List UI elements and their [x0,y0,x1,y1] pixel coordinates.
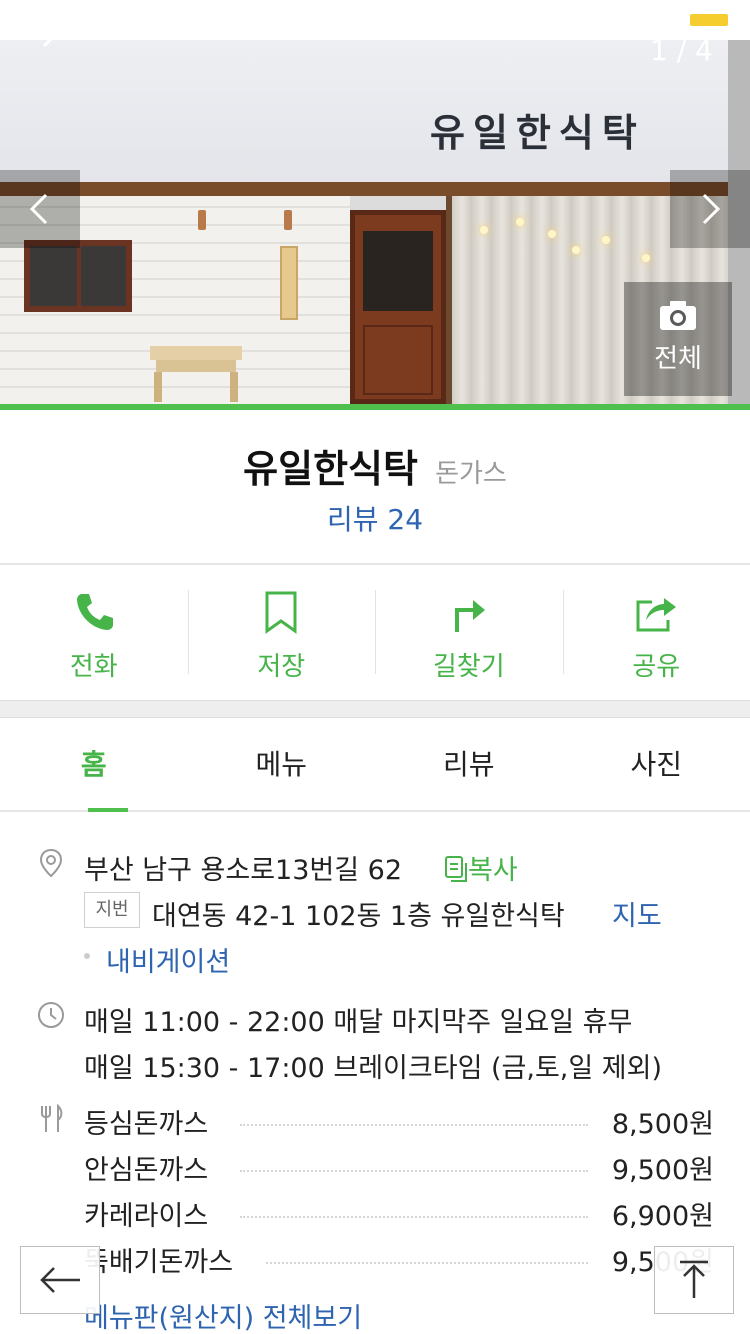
menu-item-price: 6,900원 [611,1201,714,1232]
back-chevron-icon[interactable] [38,40,62,56]
phone-icon [76,594,113,630]
location-pin-icon [39,848,63,878]
active-tab-indicator [88,808,128,812]
menu-item: 카레라이스 6,900원 [84,1194,714,1234]
photo-counter: 1 / 4 [650,40,713,67]
action-separator [375,590,376,674]
place-name: 유일한식탁 [243,447,418,491]
wall-lamp [284,210,292,230]
view-full-menu-link[interactable]: 메뉴판(원산지) 전체보기 [84,1296,362,1334]
fork-knife-icon [41,1104,63,1132]
menu-item: 안심돈까스 9,500원 [84,1148,714,1188]
section-gap [0,700,750,718]
navigation-link[interactable]: 내비게이션 [106,940,230,979]
dotted-leader [240,1124,588,1126]
all-photos-label: 전체 [654,344,702,374]
arrow-up-icon [680,1260,708,1298]
menu-item-name: 등심돈까스 [84,1109,209,1140]
copy-address-button[interactable]: 복사 [444,848,518,887]
map-link[interactable]: 지도 [612,894,662,933]
dotted-leader [240,1170,588,1172]
place-category: 돈가스 [435,459,507,489]
road-address: 부산 남구 용소로13번길 62 [84,855,403,886]
battery-icon [690,14,728,26]
wall-lamp [198,210,206,230]
chevron-right-icon [702,193,721,225]
share-icon [636,598,677,632]
hours-line: 매일 15:30 - 17:00 브레이크타임 (금,토,일 제외) [84,1053,663,1084]
storefront-fascia [0,182,728,196]
share-label: 공유 [632,652,681,682]
menu-item-name: 카레라이스 [84,1201,209,1232]
action-separator [188,590,189,674]
directions-button[interactable]: 길찾기 [375,566,563,698]
share-button[interactable]: 공유 [563,566,750,698]
tab-home[interactable]: 홈 [0,718,188,810]
tab-menu[interactable]: 메뉴 [188,718,376,810]
copy-icon [445,856,467,882]
hours-line: 매일 11:00 - 22:00 매달 마지막주 일요일 휴무 [84,1007,633,1038]
directions-icon [454,600,485,632]
menu-item-name: 안심돈까스 [84,1155,209,1186]
save-button[interactable]: 저장 [188,566,376,698]
tab-bar: 홈 메뉴 리뷰 사진 [0,718,750,812]
arrow-left-icon [40,1267,80,1293]
camera-icon [660,301,696,330]
prev-photo-button[interactable] [0,170,80,248]
wall-plaque [280,246,298,320]
menu-item-price: 9,500원 [611,1155,714,1186]
menu-item-price: 8,500원 [611,1109,714,1140]
bench [150,346,242,402]
storefront-sign: 유일한식탁 [0,40,728,182]
save-label: 저장 [257,652,306,682]
call-button[interactable]: 전화 [0,566,188,698]
back-button[interactable] [20,1246,100,1314]
status-bar [0,0,750,40]
scroll-to-top-button[interactable] [654,1246,734,1314]
place-header: 유일한식탁 돈가스 리뷰 24 [0,410,750,564]
clock-icon [38,1002,64,1028]
all-photos-button[interactable]: 전체 [624,282,732,396]
dotted-leader [266,1262,588,1264]
hero-photo[interactable]: 유일한식탁 1 / 4 전체 [0,40,750,404]
directions-label: 길찾기 [432,652,505,682]
storefront-door [350,210,446,404]
dotted-leader [240,1216,588,1218]
tab-photos[interactable]: 사진 [563,718,750,810]
tab-reviews[interactable]: 리뷰 [375,718,563,810]
jibun-address: 대연동 42-1 102동 1층 유일한식탁 [152,901,565,932]
jibun-badge: 지번 [84,892,140,928]
chevron-left-icon [29,193,48,225]
bullet [84,953,90,959]
menu-item-name: 뚝배기돈까스 [84,1247,234,1278]
review-count-link[interactable]: 리뷰 24 [0,498,750,538]
call-label: 전화 [69,652,118,682]
next-photo-button[interactable] [670,170,750,248]
bookmark-icon [265,591,297,634]
action-separator [563,590,564,674]
storefront-window [24,240,132,312]
copy-label: 복사 [468,855,518,886]
menu-item: 뚝배기돈까스 9,500원 [84,1240,714,1280]
menu-item: 등심돈까스 8,500원 [84,1102,714,1142]
divider [0,563,750,565]
storefront-sign-text: 유일한식탁 [430,110,645,155]
